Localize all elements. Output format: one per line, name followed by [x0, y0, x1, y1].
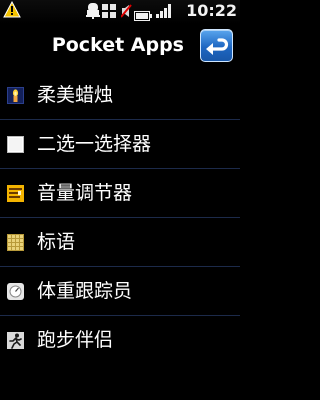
grid-icon [102, 3, 116, 22]
silent-icon [120, 3, 132, 22]
list-item-label: 跑步伴侣 [37, 329, 114, 351]
list-item-volume[interactable]: 音量调节器 [0, 169, 240, 218]
list-item-label: 音量调节器 [37, 182, 133, 204]
list-item-label: 柔美蜡烛 [37, 84, 114, 106]
app-list: 柔美蜡烛 二选一选择器 音量调节器 标语 体重跟踪员 跑步伴侣 [0, 71, 240, 364]
warning-icon [3, 0, 21, 23]
picker-icon [7, 136, 24, 153]
candle-icon [7, 87, 24, 104]
list-item-picker[interactable]: 二选一选择器 [0, 120, 240, 169]
back-arrow-icon [206, 38, 229, 55]
banner-icon [7, 234, 24, 251]
list-item-label: 二选一选择器 [37, 133, 152, 155]
list-item-banner[interactable]: 标语 [0, 218, 240, 267]
scale-icon [7, 283, 24, 300]
signal-icon [156, 3, 174, 22]
list-item-label: 标语 [37, 231, 76, 253]
clock: 10:22 [186, 1, 237, 20]
alarm-icon [86, 2, 100, 24]
header: Pocket Apps [0, 24, 240, 70]
volume-meter-icon [7, 185, 24, 202]
back-button[interactable] [200, 29, 233, 62]
page-title: Pocket Apps [51, 34, 184, 56]
list-item-weight[interactable]: 体重跟踪员 [0, 267, 240, 316]
battery-icon [134, 6, 152, 25]
list-item-running[interactable]: 跑步伴侣 [0, 316, 240, 364]
runner-icon [7, 332, 24, 349]
list-item-candle[interactable]: 柔美蜡烛 [0, 71, 240, 120]
list-item-label: 体重跟踪员 [37, 280, 133, 302]
status-bar: 10:22 [0, 0, 240, 24]
